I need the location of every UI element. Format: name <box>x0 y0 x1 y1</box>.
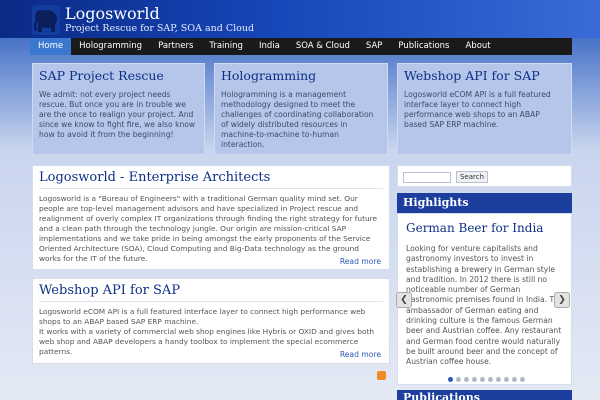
slider-dot[interactable] <box>448 377 453 382</box>
highlights-heading: Highlights <box>397 193 572 213</box>
nav-home[interactable]: Home <box>30 38 72 55</box>
nav-soa-cloud[interactable]: SOA & Cloud <box>288 38 358 55</box>
post-enterprise-architects: Logosworld - Enterprise Architects Logos… <box>32 165 390 270</box>
feature-text: Logosworld eCOM API is a full featured i… <box>404 90 551 129</box>
slider-dot[interactable] <box>464 377 469 382</box>
elephant-logo-icon[interactable] <box>32 5 60 35</box>
feature-box-webshop-api: Webshop API for SAP Logosworld eCOM API … <box>397 63 572 155</box>
post-excerpt: Logosworld eCOM API is a full featured i… <box>39 307 366 326</box>
read-more-link[interactable]: Read more <box>340 257 381 266</box>
nav-partners[interactable]: Partners <box>150 38 201 55</box>
nav-sap[interactable]: SAP <box>358 38 391 55</box>
chevron-right-icon[interactable]: ❯ <box>554 292 570 308</box>
post-webshop-api: Webshop API for SAP Logosworld eCOM API … <box>32 278 390 364</box>
highlight-text: Looking for venture capitalists and gast… <box>406 244 564 367</box>
post-excerpt-2: It works with a variety of commercial we… <box>39 327 375 356</box>
nav-about[interactable]: About <box>457 38 498 55</box>
slider-dot[interactable] <box>496 377 501 382</box>
rss-feed-icon[interactable] <box>377 371 386 380</box>
slider-dot[interactable] <box>512 377 517 382</box>
slider-dot[interactable] <box>488 377 493 382</box>
feature-box-sap-rescue: SAP Project Rescue We admit: not every p… <box>32 63 205 155</box>
post-title[interactable]: Webshop API for SAP <box>39 283 383 302</box>
site-header: Logosworld Project Rescue for SAP, SOA a… <box>0 0 600 38</box>
main-navigation: Home Hologramming Partners Training Indi… <box>30 38 572 55</box>
feature-title[interactable]: Webshop API for SAP <box>404 68 565 83</box>
highlight-title[interactable]: German Beer for India <box>406 221 543 235</box>
feature-text: We admit: not every project needs rescue… <box>39 90 196 139</box>
search-button[interactable]: Search <box>456 171 488 183</box>
slider-dot[interactable] <box>504 377 509 382</box>
nav-hologramming[interactable]: Hologramming <box>71 38 150 55</box>
nav-training[interactable]: Training <box>201 38 251 55</box>
highlights-slider: German Beer for India Looking for ventur… <box>397 213 572 385</box>
slider-dots <box>448 377 525 382</box>
read-more-link[interactable]: Read more <box>340 350 381 359</box>
search-box: Search <box>397 165 572 187</box>
slider-dot[interactable] <box>456 377 461 382</box>
post-title[interactable]: Logosworld - Enterprise Architects <box>39 170 383 189</box>
search-input[interactable] <box>403 172 451 183</box>
chevron-left-icon[interactable]: ❮ <box>396 292 412 308</box>
post-excerpt: Logosworld is a "Bureau of Engineers" wi… <box>39 194 378 263</box>
feature-title[interactable]: SAP Project Rescue <box>39 68 198 83</box>
feature-text: Hologramming is a management methodology… <box>221 90 374 149</box>
nav-publications[interactable]: Publications <box>390 38 457 55</box>
site-title[interactable]: Logosworld <box>65 4 160 23</box>
nav-india[interactable]: India <box>251 38 288 55</box>
slider-dot[interactable] <box>472 377 477 382</box>
publications-heading: Publications <box>397 390 572 400</box>
feature-box-hologramming: Hologramming Hologramming is a managemen… <box>214 63 388 155</box>
feature-title[interactable]: Hologramming <box>221 68 381 83</box>
slider-dot[interactable] <box>480 377 485 382</box>
slider-dot[interactable] <box>520 377 525 382</box>
site-tagline: Project Rescue for SAP, SOA and Cloud <box>65 23 255 34</box>
